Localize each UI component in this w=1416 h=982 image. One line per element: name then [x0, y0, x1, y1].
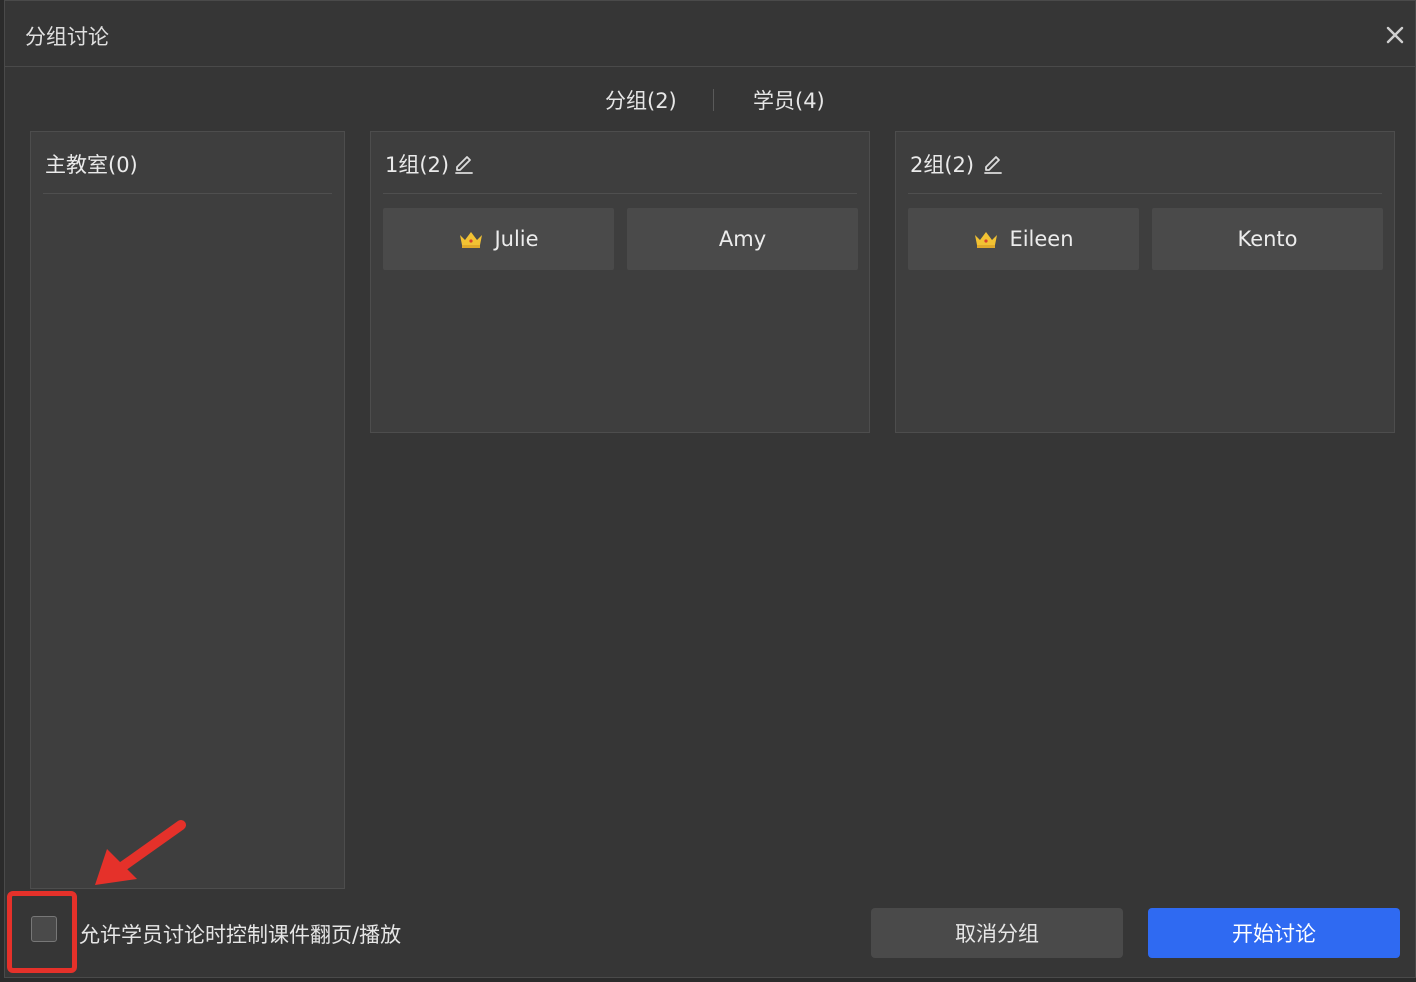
- allow-control-checkbox[interactable]: [31, 916, 57, 942]
- member-card[interactable]: Amy: [627, 208, 858, 270]
- arrow-icon: [95, 820, 186, 885]
- main-room-header: 主教室(0): [43, 132, 332, 194]
- dialog-title: 分组讨论: [25, 25, 109, 49]
- pencil-icon[interactable]: [453, 153, 475, 175]
- close-icon[interactable]: [1381, 21, 1409, 49]
- group-panel-2: 2组(2) Eileen Kento: [895, 131, 1395, 433]
- pencil-icon[interactable]: [982, 153, 1004, 175]
- group-header: 2组(2): [908, 132, 1382, 194]
- breakout-dialog: 分组讨论 分组(2) 学员(4) 主教室(0) 1组(2) Julie Amy …: [4, 0, 1416, 978]
- member-name: Kento: [1237, 227, 1298, 251]
- group-header: 1组(2): [383, 132, 857, 194]
- main-room-panel: 主教室(0): [30, 131, 345, 889]
- view-tabs: 分组(2) 学员(4): [5, 85, 1415, 117]
- member-card[interactable]: Kento: [1152, 208, 1383, 270]
- start-discussion-button[interactable]: 开始讨论: [1148, 908, 1400, 958]
- member-card[interactable]: Julie: [383, 208, 614, 270]
- member-name: Eileen: [1009, 227, 1074, 251]
- member-card[interactable]: Eileen: [908, 208, 1139, 270]
- tab-students[interactable]: 学员(4): [753, 85, 825, 115]
- main-room-title: 主教室(0): [45, 153, 138, 177]
- member-name: Julie: [494, 227, 539, 251]
- tab-groups[interactable]: 分组(2): [605, 85, 677, 115]
- group-panel-1: 1组(2) Julie Amy: [370, 131, 870, 433]
- group-title: 1组(2): [385, 153, 450, 177]
- crown-icon: [460, 232, 483, 248]
- member-name: Amy: [718, 227, 767, 251]
- group-title: 2组(2): [910, 153, 975, 177]
- allow-control-label[interactable]: 允许学员讨论时控制课件翻页/播放: [79, 919, 401, 949]
- footer-bar: 允许学员讨论时控制课件翻页/播放 取消分组 开始讨论: [5, 891, 1415, 979]
- tab-divider: [713, 89, 714, 111]
- crown-icon: [975, 232, 998, 248]
- cancel-grouping-button[interactable]: 取消分组: [871, 908, 1123, 958]
- highlight-box: [7, 891, 77, 973]
- dialog-titlebar: 分组讨论: [5, 1, 1415, 67]
